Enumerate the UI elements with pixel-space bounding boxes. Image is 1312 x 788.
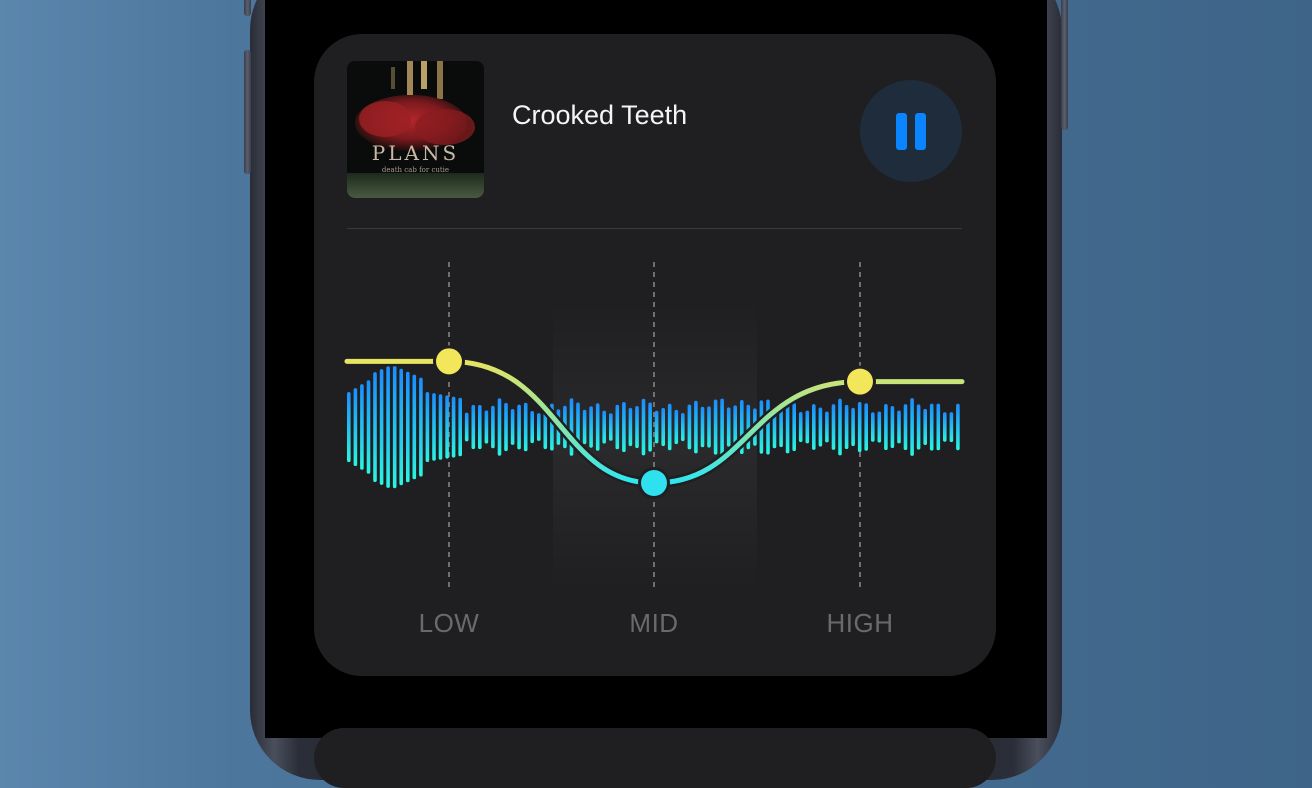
waveform-bar xyxy=(720,398,724,456)
waveform-bar xyxy=(425,392,430,462)
waveform-bar xyxy=(353,388,358,466)
waveform-bar xyxy=(726,407,731,447)
waveform-bar xyxy=(805,410,810,444)
waveform-bar xyxy=(812,404,816,450)
waveform-bar xyxy=(884,404,888,450)
waveform-bar xyxy=(648,402,652,452)
waveform-bar xyxy=(628,407,633,447)
waveform-bar xyxy=(464,412,469,442)
waveform-bar xyxy=(523,402,528,452)
waveform-bar xyxy=(347,392,351,462)
waveform-bar xyxy=(818,407,823,447)
waveform-bar xyxy=(406,371,410,483)
waveform-bar xyxy=(916,404,921,450)
waveform-bar xyxy=(897,410,901,444)
waveform-bar xyxy=(766,399,770,455)
waveform-bar xyxy=(438,394,443,460)
waveform-bar xyxy=(694,400,698,454)
waveform-bar xyxy=(451,396,456,458)
waveform-bar xyxy=(667,403,672,451)
waveform-bar xyxy=(910,398,914,456)
waveform-bar xyxy=(654,410,659,444)
waveform-bar xyxy=(871,412,875,442)
waveform-bar xyxy=(687,404,692,450)
waveform-bar xyxy=(707,406,711,448)
waveform-bar xyxy=(838,398,842,456)
waveform-bar xyxy=(635,406,639,449)
waveform-bar xyxy=(386,366,390,488)
waveform-bar xyxy=(903,404,908,450)
waveform-bar xyxy=(399,368,403,486)
waveform-bar xyxy=(602,410,606,444)
waveform-bar xyxy=(412,374,417,480)
waveform-bar xyxy=(530,411,534,444)
waveform-bar xyxy=(615,404,620,450)
waveform-bar xyxy=(844,404,849,449)
waveform-bar xyxy=(857,402,862,452)
waveform-bar xyxy=(504,402,508,452)
waveform-bar xyxy=(491,405,495,449)
eq-handle-low[interactable] xyxy=(436,348,462,375)
waveform-bar xyxy=(445,395,449,459)
waveform-bar xyxy=(379,369,384,485)
waveform-bar xyxy=(373,372,377,482)
waveform-bar xyxy=(877,411,882,443)
waveform-bar xyxy=(949,412,954,442)
waveform-bar xyxy=(923,408,927,445)
waveform-bar xyxy=(471,404,476,450)
waveform-bar xyxy=(641,398,646,456)
waveform-bar xyxy=(589,406,593,448)
band-label-low: LOW xyxy=(418,608,480,638)
waveform-bar xyxy=(929,403,934,451)
waveform-bar xyxy=(661,407,665,447)
waveform-bar xyxy=(831,404,836,450)
waveform-bar xyxy=(510,409,515,445)
waveform-bar xyxy=(582,409,587,445)
waveform-bar xyxy=(478,405,482,450)
waveform-bar xyxy=(936,403,941,451)
waveform-bar xyxy=(851,407,855,446)
waveform-bar xyxy=(419,377,423,477)
waveform-bar xyxy=(497,398,502,456)
waveform-bar xyxy=(700,406,705,448)
waveform-bar xyxy=(366,380,371,474)
waveform-bar xyxy=(792,402,796,452)
waveform-bar xyxy=(681,413,685,442)
waveform-bar xyxy=(595,403,600,451)
waveform-bar xyxy=(517,404,521,450)
eq-handle-mid[interactable] xyxy=(641,470,667,496)
waveform-bar xyxy=(609,413,613,441)
eq-handle-high[interactable] xyxy=(847,368,873,395)
waveform-bar xyxy=(622,402,626,452)
waveform-bar xyxy=(392,365,397,489)
band-label-mid: MID xyxy=(629,608,679,638)
waveform-bar xyxy=(956,403,960,451)
band-label-high: HIGH xyxy=(826,608,894,638)
waveform-bar xyxy=(432,393,436,461)
waveform-bar xyxy=(890,406,895,448)
waveform-bar xyxy=(713,399,718,455)
waveform-bar xyxy=(537,413,541,441)
waveform-bar xyxy=(798,412,803,443)
waveform-bar xyxy=(674,409,679,445)
waveform-bar xyxy=(943,412,947,442)
waveform-bar xyxy=(864,403,868,451)
waveform-bar xyxy=(458,397,462,457)
waveform-bar xyxy=(484,410,489,444)
waveform-bar xyxy=(360,384,364,470)
waveform-bar xyxy=(825,411,829,443)
